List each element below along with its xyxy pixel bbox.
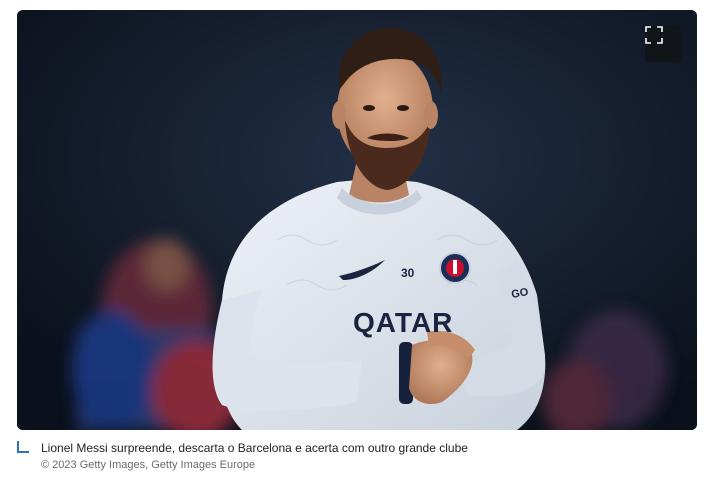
article-photo: 30 QATAR GO [17,10,697,430]
fullscreen-icon [645,26,663,44]
caption-accent-mark [17,441,29,453]
fullscreen-button[interactable] [645,26,681,62]
psg-crest-icon [439,252,471,284]
jersey-number: 30 [401,266,415,280]
photo-illustration: 30 QATAR GO [17,10,697,430]
caption-title: Lionel Messi surpreende, descarta o Barc… [41,441,468,455]
jersey-sponsor: QATAR [353,307,453,338]
caption-credit: © 2023 Getty Images, Getty Images Europe [41,459,256,471]
